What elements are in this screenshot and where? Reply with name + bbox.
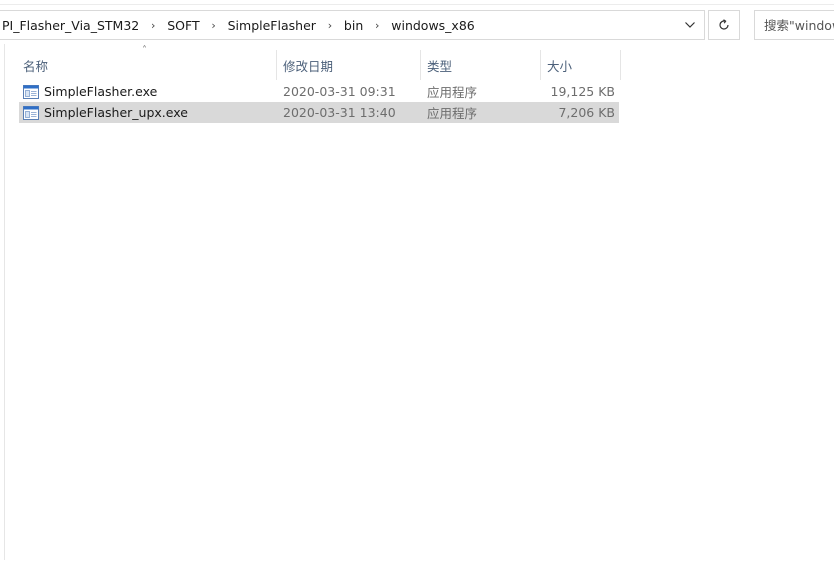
- file-explorer-window: PI_Flasher_Via_STM32 › SOFT › SimpleFlas…: [0, 0, 834, 564]
- column-header-size[interactable]: 大小: [541, 50, 621, 80]
- file-name: SimpleFlasher_upx.exe: [44, 105, 188, 120]
- file-list: SimpleFlasher.exe 2020-03-31 09:31 应用程序 …: [19, 81, 619, 123]
- column-header-type[interactable]: 类型: [421, 50, 541, 80]
- refresh-button[interactable]: [708, 10, 740, 40]
- file-date-modified: 2020-03-31 13:40: [283, 105, 396, 120]
- file-name-cell: SimpleFlasher_upx.exe: [19, 102, 277, 123]
- file-date-modified: 2020-03-31 09:31: [283, 84, 396, 99]
- window-top-edge: [0, 0, 834, 5]
- file-name-cell: SimpleFlasher.exe: [19, 81, 277, 102]
- breadcrumb-item-bin[interactable]: bin: [342, 18, 365, 33]
- search-input[interactable]: [755, 11, 834, 39]
- breadcrumb: PI_Flasher_Via_STM32 › SOFT › SimpleFlas…: [0, 11, 477, 39]
- file-row[interactable]: SimpleFlasher.exe 2020-03-31 09:31 应用程序 …: [19, 81, 619, 102]
- file-type: 应用程序: [427, 85, 478, 100]
- file-row-selected[interactable]: SimpleFlasher_upx.exe 2020-03-31 13:40 应…: [19, 102, 619, 123]
- file-type: 应用程序: [427, 106, 478, 121]
- file-size: 7,206 KB: [558, 105, 615, 120]
- file-size: 19,125 KB: [550, 84, 615, 99]
- chevron-right-icon[interactable]: ›: [318, 19, 342, 32]
- column-header-date-modified[interactable]: 修改日期: [277, 50, 421, 80]
- breadcrumb-item-windows-x86[interactable]: windows_x86: [389, 18, 477, 33]
- chevron-right-icon[interactable]: ›: [365, 19, 389, 32]
- address-history-dropdown-button[interactable]: [676, 11, 704, 39]
- search-box[interactable]: [754, 10, 834, 40]
- chevron-down-icon: [685, 22, 695, 28]
- exe-file-icon: [23, 84, 39, 99]
- file-list-pane[interactable]: ˄ 名称 修改日期 类型 大小 SimpleFlasher.exe 2020-0…: [4, 44, 834, 560]
- exe-file-icon: [23, 105, 39, 120]
- breadcrumb-item-soft[interactable]: SOFT: [165, 18, 201, 33]
- address-bar[interactable]: PI_Flasher_Via_STM32 › SOFT › SimpleFlas…: [0, 10, 705, 40]
- column-header-name[interactable]: 名称: [19, 50, 277, 80]
- chevron-right-icon[interactable]: ›: [141, 19, 165, 32]
- breadcrumb-item-pi-flasher[interactable]: PI_Flasher_Via_STM32: [0, 18, 141, 33]
- refresh-icon: [719, 19, 729, 30]
- column-headers: 名称 修改日期 类型 大小: [19, 50, 621, 80]
- breadcrumb-item-simpleflasher[interactable]: SimpleFlasher: [226, 18, 318, 33]
- file-name: SimpleFlasher.exe: [44, 84, 158, 99]
- chevron-right-icon[interactable]: ›: [202, 19, 226, 32]
